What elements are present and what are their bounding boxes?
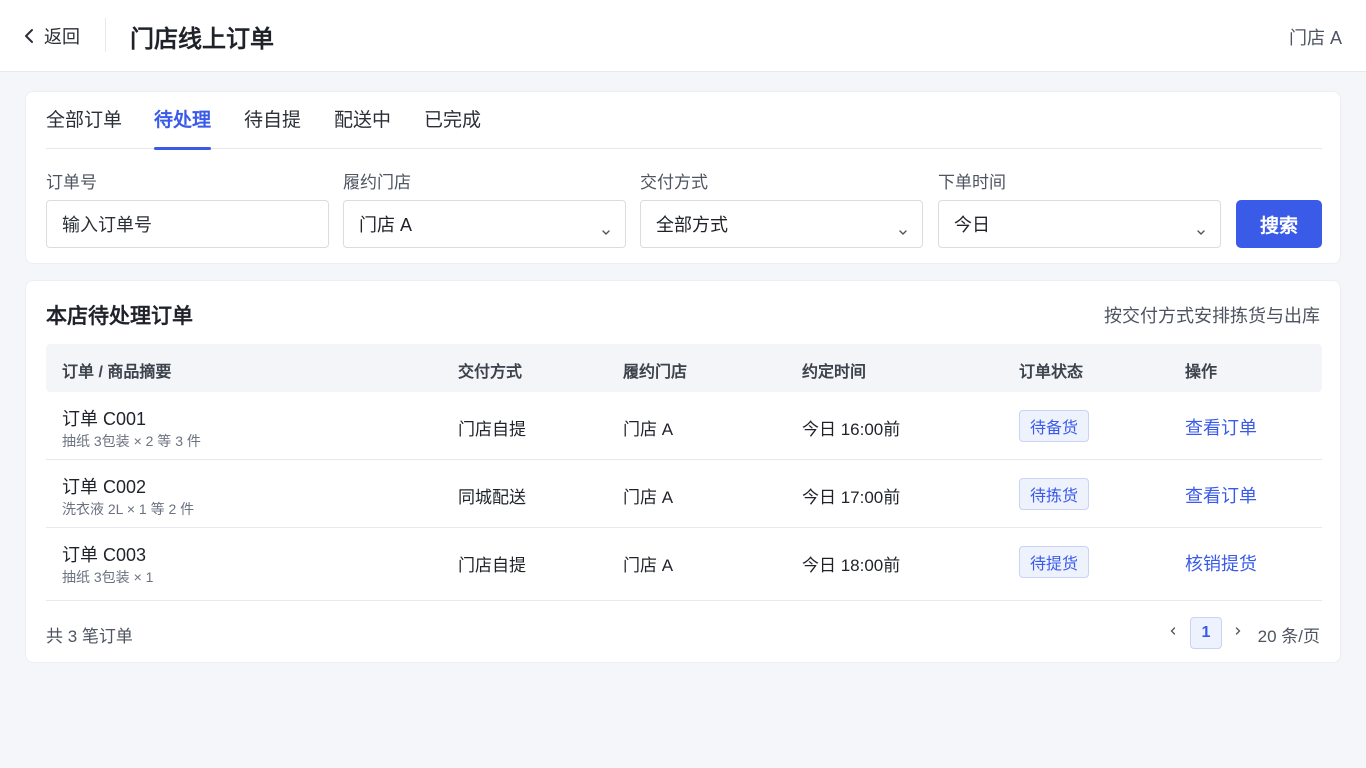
column-header-action: 操作 bbox=[1185, 364, 1218, 381]
column-header-time: 约定时间 bbox=[802, 364, 867, 381]
order-summary: 洗衣液 2L × 1 等 2 件 bbox=[62, 501, 195, 517]
search-button[interactable]: 搜索 bbox=[1236, 200, 1322, 248]
chevron-down-icon bbox=[898, 220, 908, 241]
chevron-down-icon bbox=[601, 220, 611, 241]
status-badge: 待提货 bbox=[1019, 546, 1090, 578]
header-divider bbox=[105, 18, 106, 52]
status-badge: 待备货 bbox=[1019, 410, 1090, 442]
order-id: 订单 C001 bbox=[62, 409, 147, 429]
order-summary: 抽纸 3包装 × 2 等 3 件 bbox=[62, 433, 201, 449]
current-store: 门店 A bbox=[1288, 28, 1342, 48]
column-header-store: 履约门店 bbox=[623, 364, 688, 381]
scheduled-time: 今日 18:00前 bbox=[802, 556, 901, 575]
column-header-order: 订单 / 商品摘要 bbox=[62, 364, 172, 381]
scheduled-time: 今日 16:00前 bbox=[802, 420, 901, 439]
column-header-delivery: 交付方式 bbox=[458, 364, 523, 381]
store-label: 履约门店 bbox=[343, 173, 411, 192]
view-order-link[interactable]: 查看订单 bbox=[1185, 482, 1257, 508]
time-select[interactable]: 今日 bbox=[938, 200, 1221, 248]
delivery-method: 门店自提 bbox=[458, 556, 526, 575]
view-order-link[interactable]: 查看订单 bbox=[1185, 414, 1257, 440]
table-row: 订单 C003 抽纸 3包装 × 1 门店自提 门店 A 今日 18:00前 待… bbox=[46, 528, 1322, 601]
order-id: 订单 C002 bbox=[62, 477, 147, 497]
table-row: 订单 C002 洗衣液 2L × 1 等 2 件 同城配送 门店 A 今日 17… bbox=[46, 460, 1322, 528]
table-header: 订单 / 商品摘要 交付方式 履约门店 约定时间 订单状态 操作 bbox=[46, 344, 1322, 392]
page-title: 门店线上订单 bbox=[130, 26, 274, 53]
store-select[interactable]: 门店 A bbox=[343, 200, 626, 248]
delivery-select-value: 全部方式 bbox=[656, 215, 728, 235]
order-tabs: 全部订单 待处理 待自提 配送中 已完成 bbox=[46, 92, 1322, 150]
status-badge: 待拣货 bbox=[1019, 478, 1090, 510]
chevron-left-icon bbox=[22, 28, 36, 44]
order-no-label: 订单号 bbox=[46, 173, 97, 192]
chevron-down-icon bbox=[1196, 220, 1206, 241]
order-summary: 抽纸 3包装 × 1 bbox=[62, 569, 154, 585]
tab-pending[interactable]: 待处理 bbox=[154, 105, 212, 150]
column-header-status: 订单状态 bbox=[1019, 364, 1084, 381]
back-label: 返回 bbox=[44, 27, 80, 47]
back-button[interactable]: 返回 bbox=[22, 22, 80, 50]
scheduled-time: 今日 17:00前 bbox=[802, 488, 901, 507]
fulfillment-store: 门店 A bbox=[623, 556, 674, 575]
fulfillment-store: 门店 A bbox=[623, 488, 674, 507]
time-label: 下单时间 bbox=[938, 173, 1006, 192]
delivery-method: 门店自提 bbox=[458, 420, 526, 439]
list-hint: 按交付方式安排拣货与出库 bbox=[1104, 306, 1320, 326]
tab-completed[interactable]: 已完成 bbox=[424, 105, 481, 149]
order-list-card: 本店待处理订单 按交付方式安排拣货与出库 订单 / 商品摘要 交付方式 履约门店… bbox=[25, 280, 1341, 663]
filter-card: 全部订单 待处理 待自提 配送中 已完成 订单号 输入订单号 履约门店 门店 A… bbox=[25, 91, 1341, 264]
list-title: 本店待处理订单 bbox=[46, 305, 193, 328]
tab-delivering[interactable]: 配送中 bbox=[334, 105, 391, 149]
tab-self-pickup[interactable]: 待自提 bbox=[244, 105, 301, 149]
verify-pickup-link[interactable]: 核销提货 bbox=[1185, 550, 1257, 576]
store-select-value: 门店 A bbox=[359, 215, 413, 235]
delivery-method: 同城配送 bbox=[458, 488, 526, 507]
pagination-page[interactable]: 1 bbox=[1190, 617, 1222, 649]
total-count: 共 3 笔订单 bbox=[46, 627, 133, 646]
time-select-value: 今日 bbox=[954, 215, 990, 235]
top-bar: 返回 门店线上订单 门店 A bbox=[0, 0, 1366, 72]
order-no-input[interactable]: 输入订单号 bbox=[46, 200, 329, 248]
page-size-select[interactable]: 20 条/页 bbox=[1258, 622, 1320, 647]
delivery-select[interactable]: 全部方式 bbox=[640, 200, 923, 248]
chevron-right-icon[interactable] bbox=[1231, 624, 1245, 638]
order-id: 订单 C003 bbox=[62, 545, 147, 565]
fulfillment-store: 门店 A bbox=[623, 420, 674, 439]
delivery-label: 交付方式 bbox=[640, 173, 708, 192]
table-row: 订单 C001 抽纸 3包装 × 2 等 3 件 门店自提 门店 A 今日 16… bbox=[46, 392, 1322, 460]
tab-all-orders[interactable]: 全部订单 bbox=[46, 105, 122, 149]
chevron-left-icon[interactable] bbox=[1166, 624, 1180, 638]
